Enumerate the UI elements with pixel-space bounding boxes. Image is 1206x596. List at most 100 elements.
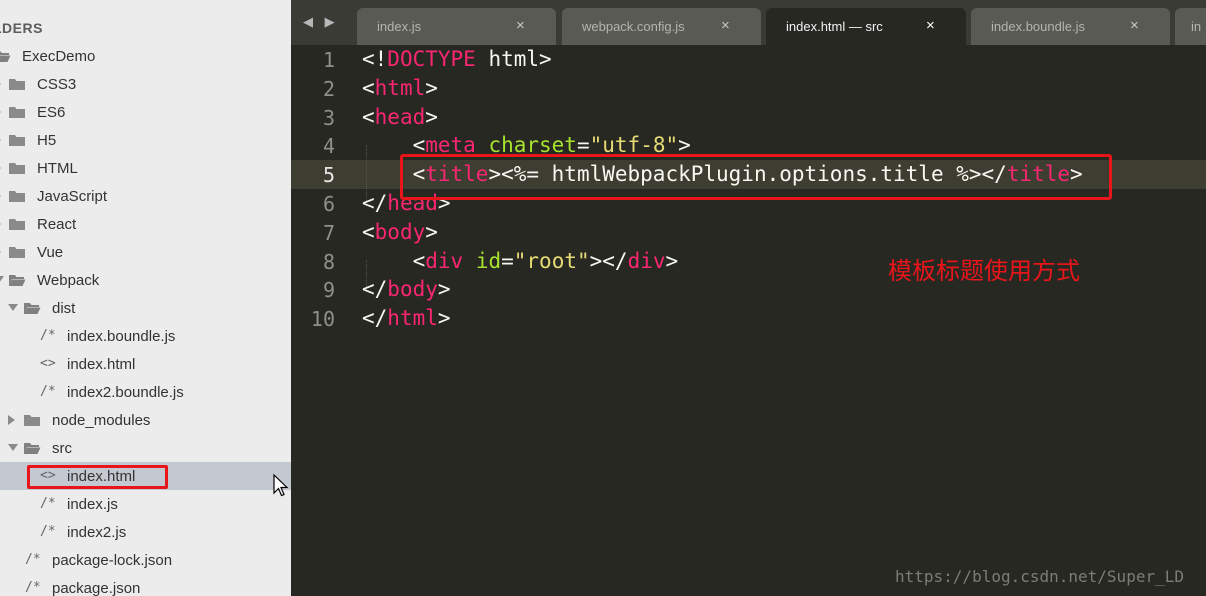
sidebar-item-label: package.json bbox=[52, 580, 141, 596]
code-line[interactable]: </body> bbox=[362, 277, 451, 301]
folder-open-icon bbox=[24, 443, 41, 454]
code-line[interactable]: <html> bbox=[362, 76, 438, 100]
line-number: 3 bbox=[322, 105, 335, 130]
code-token: </ bbox=[362, 277, 388, 302]
line-number: 2 bbox=[322, 76, 335, 101]
code-line[interactable]: <body> bbox=[362, 220, 438, 244]
sidebar-item-execdemo[interactable]: ExecDemo bbox=[0, 42, 291, 70]
tab-label: index.boundle.js bbox=[991, 19, 1085, 34]
code-token: < bbox=[362, 104, 375, 129]
tab-label: index.html — src bbox=[786, 19, 883, 34]
sidebar-item-webpack[interactable]: Webpack bbox=[0, 266, 291, 294]
code-token: html bbox=[374, 75, 426, 100]
tab-nav-arrows[interactable]: ◀ ▶ bbox=[303, 14, 339, 30]
watermark: https://blog.csdn.net/Super_LD bbox=[895, 567, 1184, 586]
sidebar-item-index-js[interactable]: /* index.js bbox=[0, 490, 291, 518]
chevron-down-icon[interactable] bbox=[8, 444, 18, 451]
chevron-right-icon[interactable] bbox=[0, 191, 1, 201]
folder-open-icon bbox=[0, 51, 11, 62]
code-token: head bbox=[374, 104, 426, 129]
sidebar-item-h5[interactable]: H5 bbox=[0, 126, 291, 154]
code-token: body bbox=[374, 219, 426, 244]
folder-icon bbox=[24, 415, 40, 426]
tab-label: webpack.config.js bbox=[582, 19, 685, 34]
sidebar-item-label: package-lock.json bbox=[52, 552, 173, 569]
folder-icon bbox=[9, 79, 25, 90]
sidebar-item-index-boundle-js[interactable]: /* index.boundle.js bbox=[0, 322, 291, 350]
code-token: body bbox=[387, 277, 438, 302]
line-number: 5 bbox=[322, 163, 335, 188]
chevron-right-icon[interactable] bbox=[0, 219, 1, 229]
close-icon[interactable]: × bbox=[516, 17, 525, 34]
chevron-right-icon[interactable] bbox=[0, 79, 1, 89]
code-token: </ bbox=[362, 306, 388, 331]
sidebar-item-label: index.html bbox=[67, 356, 136, 373]
sidebar-item-react[interactable]: React bbox=[0, 210, 291, 238]
folder-icon bbox=[9, 163, 25, 174]
tab-index-html-src[interactable]: index.html — src × bbox=[766, 8, 966, 45]
code-token: = bbox=[501, 248, 514, 273]
code-line[interactable]: <!DOCTYPE html> bbox=[362, 47, 552, 71]
tab-index-boundle-js[interactable]: index.boundle.js × bbox=[971, 8, 1170, 45]
code-token: div bbox=[627, 248, 666, 273]
sidebar-item-label: ExecDemo bbox=[22, 48, 96, 65]
folder-open-icon bbox=[24, 303, 41, 314]
code-token: > bbox=[425, 75, 438, 100]
chevron-right-icon[interactable] bbox=[8, 415, 15, 425]
js-file-icon: /* bbox=[40, 496, 56, 511]
code-token: <! bbox=[362, 47, 388, 71]
chevron-right-icon[interactable] bbox=[0, 135, 1, 145]
chevron-right-icon[interactable] bbox=[0, 107, 1, 117]
tab-webpack-config-js[interactable]: webpack.config.js × bbox=[562, 8, 761, 45]
folder-icon bbox=[9, 135, 25, 146]
chevron-down-icon[interactable] bbox=[8, 304, 18, 311]
code-editor[interactable]: 1 2 3 4 5 6 7 8 9 10 <!DOCTYPE html> <html> <head> … bbox=[291, 45, 1206, 596]
chevron-right-icon[interactable] bbox=[0, 247, 1, 257]
code-token: > bbox=[425, 104, 438, 129]
sidebar-item-src[interactable]: src bbox=[0, 434, 291, 462]
sidebar-item-es6[interactable]: ES6 bbox=[0, 98, 291, 126]
sidebar-item-label: Webpack bbox=[37, 272, 100, 289]
chevron-right-icon[interactable] bbox=[0, 163, 1, 173]
sidebar-item-package-lock-json[interactable]: /* package-lock.json bbox=[0, 546, 291, 574]
code-line[interactable]: </html> bbox=[362, 306, 451, 330]
close-icon[interactable]: × bbox=[1130, 17, 1139, 34]
code-line[interactable]: <head> bbox=[362, 105, 438, 129]
html-file-icon: <> bbox=[40, 356, 56, 371]
sidebar-item-javascript[interactable]: JavaScript bbox=[0, 182, 291, 210]
code-token: < bbox=[362, 75, 375, 100]
line-number: 7 bbox=[322, 220, 335, 245]
tab-index-js[interactable]: index.js × bbox=[357, 8, 556, 45]
sidebar-header: LDERS bbox=[0, 20, 43, 36]
sidebar-item-label: ES6 bbox=[37, 104, 66, 121]
line-number: 4 bbox=[322, 134, 335, 159]
chevron-down-icon[interactable] bbox=[0, 276, 4, 283]
sidebar-item-package-json[interactable]: /* package.json bbox=[0, 574, 291, 596]
sidebar-item-css3[interactable]: CSS3 bbox=[0, 70, 291, 98]
sidebar-item-node-modules[interactable]: node_modules bbox=[0, 406, 291, 434]
code-token: html> bbox=[475, 47, 552, 71]
code-token: DOCTYPE bbox=[387, 47, 476, 71]
line-number: 1 bbox=[322, 48, 335, 72]
sidebar-item-label: JavaScript bbox=[37, 188, 108, 205]
sidebar-item-dist[interactable]: dist bbox=[0, 294, 291, 322]
close-icon[interactable]: × bbox=[926, 17, 935, 34]
sidebar-item-label: Vue bbox=[37, 244, 64, 261]
close-icon[interactable]: × bbox=[721, 17, 730, 34]
sidebar-item-index-html[interactable]: <> index.html bbox=[0, 350, 291, 378]
line-number: 10 bbox=[310, 307, 335, 332]
folder-icon bbox=[9, 219, 25, 230]
code-line[interactable]: <div id="root"></div> bbox=[362, 248, 679, 273]
json-file-icon: /* bbox=[25, 552, 41, 567]
sidebar-item-index2-js[interactable]: /* index2.js bbox=[0, 518, 291, 546]
sidebar-item-html[interactable]: HTML bbox=[0, 154, 291, 182]
line-number: 6 bbox=[322, 192, 335, 216]
sidebar-item-label: index2.boundle.js bbox=[67, 384, 184, 401]
annotation-text: 模板标题使用方式 bbox=[888, 257, 1080, 285]
tab-in[interactable]: in bbox=[1175, 8, 1206, 45]
sidebar-item-vue[interactable]: Vue bbox=[0, 238, 291, 266]
code-token: > bbox=[437, 277, 451, 302]
sidebar-item-index2-boundle-js[interactable]: /* index2.boundle.js bbox=[0, 378, 291, 406]
code-token: > bbox=[437, 306, 451, 331]
sidebar-item-label: index.boundle.js bbox=[67, 328, 176, 345]
